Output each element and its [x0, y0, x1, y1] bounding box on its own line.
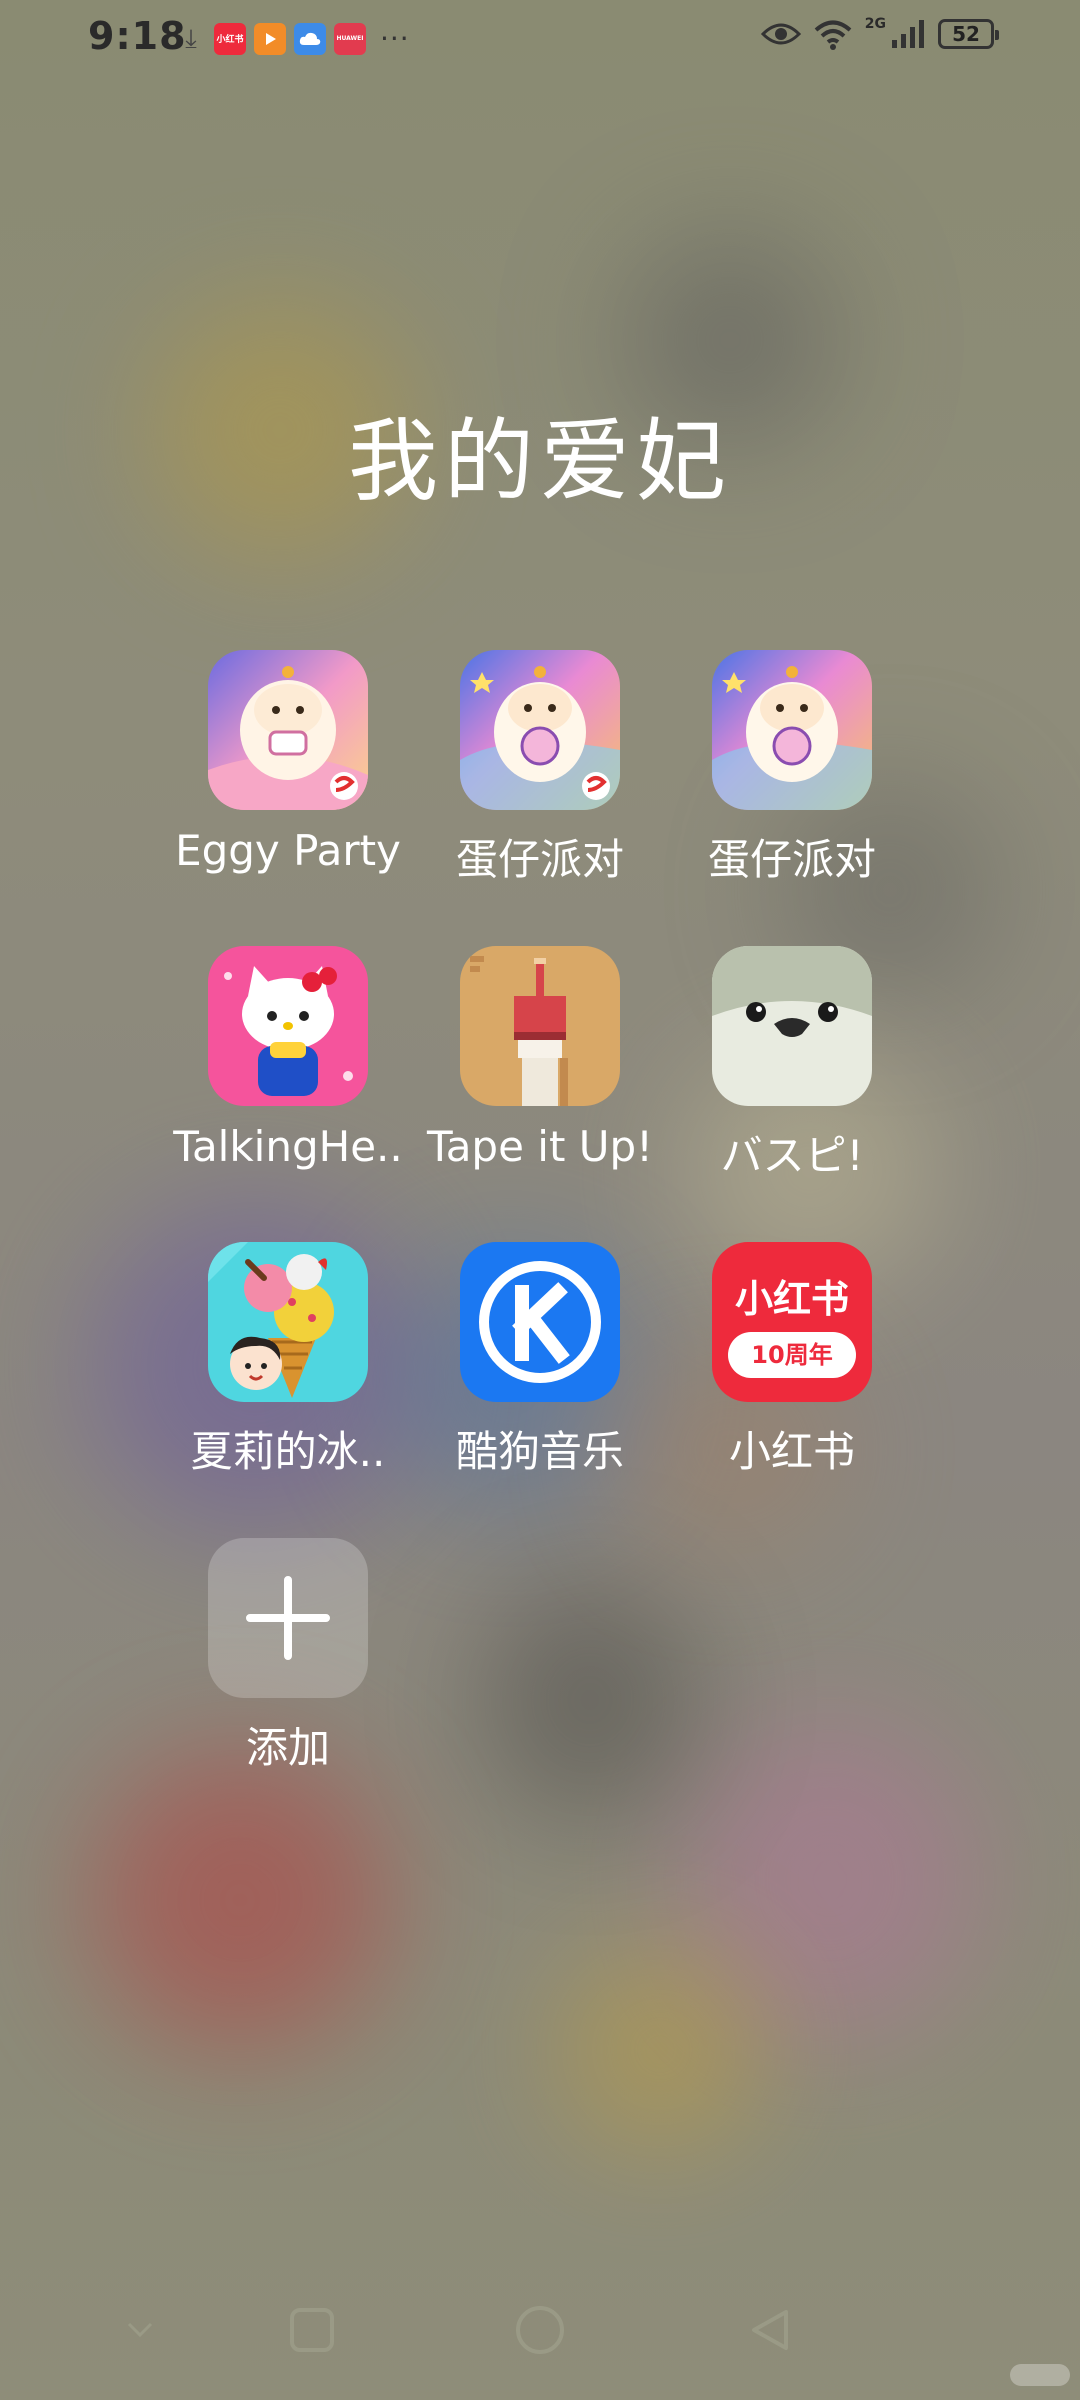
app-eggy-party[interactable]: Eggy Party [168, 650, 408, 875]
notification-icons: ⤓ 小红书 HUAWEI ··· [176, 22, 410, 55]
app-label: Eggy Party [175, 826, 401, 875]
app-label: バスピ! [720, 1131, 864, 1180]
download-icon: ⤓ [185, 23, 197, 54]
add-label: 添加 [245, 1723, 330, 1772]
recents-button[interactable] [284, 2302, 340, 2358]
app-label: 酷狗音乐 [455, 1427, 624, 1476]
talking-hello-kitty-icon[interactable] [208, 946, 368, 1106]
app-label: 蛋仔派对 [455, 835, 624, 884]
xiaohongshu-notification-icon: 小红书 [214, 22, 246, 55]
app-eggy-party-cn-1[interactable]: 蛋仔派对 [420, 650, 660, 887]
signal-icon [892, 20, 924, 48]
app-label: Tape it Up! [426, 1122, 654, 1171]
blurred-home-screen-background [0, 0, 1080, 2400]
navigation-bar [0, 2290, 1080, 2400]
huawei-notification-icon: HUAWEI [334, 22, 366, 55]
video-notification-icon [254, 22, 286, 55]
battery-icon: 52 [938, 19, 999, 49]
xiaohongshu-icon[interactable]: 小红书 10周年 [712, 1242, 872, 1402]
tape-it-up-icon[interactable] [460, 946, 620, 1106]
status-bar: 9:18 ⤓ 小红书 HUAWEI ··· 2G 52 [0, 0, 1080, 80]
eggy-party-icon[interactable] [208, 650, 368, 810]
app-label: TalkingHe.. [173, 1122, 403, 1171]
more-notifications-icon: ··· [380, 22, 410, 55]
home-button[interactable] [512, 2302, 568, 2358]
watermark-badge [1010, 2364, 1070, 2386]
busupi-icon[interactable] [712, 946, 872, 1106]
wifi-icon [814, 20, 852, 50]
app-eggy-party-cn-2[interactable]: 蛋仔派对 [672, 650, 912, 887]
add-app-tile[interactable]: 添加 [168, 1538, 408, 1775]
eggy-party-cn-icon[interactable] [460, 650, 620, 810]
kugou-music-icon[interactable] [460, 1242, 620, 1402]
status-time: 9:18 [88, 14, 187, 58]
plus-icon [246, 1576, 330, 1660]
back-button[interactable] [742, 2302, 798, 2358]
xiaohongshu-anniversary-badge: 10周年 [728, 1332, 856, 1378]
app-talking-hello-kitty[interactable]: TalkingHe.. [168, 946, 408, 1171]
app-busupi[interactable]: バスピ! [672, 946, 912, 1183]
app-ice-cream-game[interactable]: 夏莉的冰.. [168, 1242, 408, 1479]
eye-comfort-icon [760, 23, 801, 45]
add-button[interactable] [208, 1538, 368, 1698]
app-kugou-music[interactable]: 酷狗音乐 [420, 1242, 660, 1479]
network-type-label: 2G [864, 16, 886, 32]
ice-cream-game-icon[interactable] [208, 1242, 368, 1402]
app-label: 夏莉的冰.. [190, 1427, 386, 1476]
app-xiaohongshu[interactable]: 小红书 10周年 小红书 [672, 1242, 912, 1479]
cloud-notification-icon [294, 22, 326, 55]
xiaohongshu-logo-text: 小红书 [734, 1277, 849, 1321]
app-tape-it-up[interactable]: Tape it Up! [420, 946, 660, 1171]
app-label: 蛋仔派对 [707, 835, 876, 884]
app-label: 小红书 [728, 1427, 855, 1476]
collapse-nav-icon[interactable] [112, 2302, 168, 2358]
battery-level: 52 [952, 22, 980, 46]
eggy-party-cn-icon[interactable] [712, 650, 872, 810]
folder-title[interactable]: 我的爱妃 [0, 388, 1080, 518]
status-right-icons: 2G 52 [760, 16, 999, 50]
